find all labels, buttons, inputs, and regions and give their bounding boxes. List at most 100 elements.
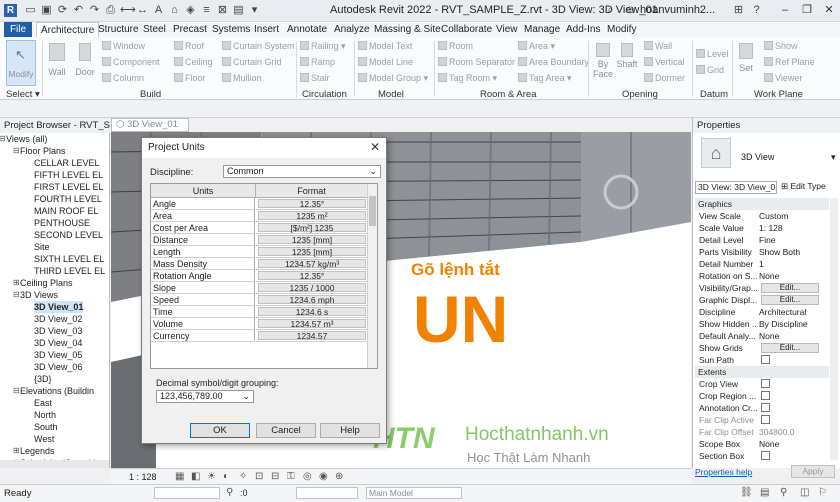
property-row[interactable]: Annotation Cr... bbox=[695, 402, 829, 414]
property-edit-button[interactable]: Edit... bbox=[761, 343, 819, 353]
opening-by-face-button[interactable]: By Face bbox=[592, 43, 614, 79]
save-icon[interactable]: ▣ bbox=[40, 4, 53, 17]
view-scale[interactable]: 1 : 128 bbox=[129, 472, 157, 482]
browser-item-legends[interactable]: Legends bbox=[20, 445, 55, 457]
browser-item-fifth-level[interactable]: FIFTH LEVEL EL bbox=[34, 169, 103, 181]
cancel-button[interactable]: Cancel bbox=[256, 423, 316, 438]
level-button[interactable]: Level bbox=[696, 49, 729, 59]
property-checkbox[interactable] bbox=[761, 403, 770, 412]
section-extents[interactable]: Extents bbox=[695, 366, 829, 378]
format-button[interactable]: 1235 / 1000 bbox=[256, 282, 368, 294]
select-dropdown[interactable]: Select ▾ bbox=[6, 89, 40, 100]
browser-item-first-level[interactable]: FIRST LEVEL EL bbox=[34, 181, 104, 193]
active-workset-field[interactable] bbox=[154, 487, 220, 499]
instance-selector[interactable]: 3D View: 3D View_01 bbox=[695, 181, 777, 194]
browser-item-third-level[interactable]: THIRD LEVEL EL bbox=[34, 265, 105, 277]
property-row[interactable]: Graphic Displ... Edit... bbox=[695, 294, 829, 306]
sun-path-icon[interactable]: ☀ bbox=[207, 471, 216, 482]
property-row[interactable]: Scale Value 1: 128 bbox=[695, 222, 829, 234]
revit-logo-icon[interactable]: R bbox=[4, 4, 17, 17]
horizontal-scrollbar[interactable] bbox=[0, 460, 109, 468]
property-row[interactable]: Default Analy... None bbox=[695, 330, 829, 342]
browser-item-fourth-level[interactable]: FOURTH LEVEL bbox=[34, 193, 102, 205]
format-button[interactable]: 1234.6 mph bbox=[256, 294, 368, 306]
modify-button[interactable]: ↖ Modify bbox=[6, 40, 36, 86]
room-button[interactable]: Room bbox=[438, 41, 473, 51]
roof-button[interactable]: Roof bbox=[174, 41, 204, 51]
browser-item-views-all[interactable]: Views (all) bbox=[6, 133, 47, 145]
tab-massing-site[interactable]: Massing & Site bbox=[374, 22, 441, 37]
browser-item-elevations[interactable]: Elevations (Buildin bbox=[20, 385, 94, 397]
tag-area-button[interactable]: Tag Area ▾ bbox=[518, 73, 572, 84]
tab-insert[interactable]: Insert bbox=[254, 22, 279, 37]
browser-item-3d-view-02[interactable]: 3D View_02 bbox=[34, 313, 82, 325]
format-button[interactable]: 1234.57 bbox=[256, 330, 368, 342]
property-row[interactable]: Scope Box None bbox=[695, 438, 829, 450]
browser-item-3d-view-04[interactable]: 3D View_04 bbox=[34, 337, 82, 349]
3d-view-icon[interactable]: ⌂ bbox=[168, 4, 181, 17]
property-checkbox[interactable] bbox=[761, 415, 770, 424]
property-row[interactable]: Far Clip Active bbox=[695, 414, 829, 426]
property-row[interactable]: Crop Region ... bbox=[695, 390, 829, 402]
cart-icon[interactable]: ⊞ bbox=[732, 4, 745, 17]
property-row[interactable]: Visibility/Grap... Edit... bbox=[695, 282, 829, 294]
property-checkbox[interactable] bbox=[761, 355, 770, 364]
open-icon[interactable]: ▭ bbox=[24, 4, 37, 17]
dormer-button[interactable]: Dormer bbox=[644, 73, 685, 83]
area-boundary-button[interactable]: Area Boundary bbox=[518, 57, 589, 67]
format-button[interactable]: 1235 [mm] bbox=[256, 246, 368, 258]
stair-button[interactable]: Stair bbox=[300, 73, 330, 83]
format-button[interactable]: 12.35° bbox=[256, 270, 368, 282]
property-row[interactable]: Far Clip Offset 304800.0 bbox=[695, 426, 829, 438]
hide-isolate-icon[interactable]: ◎ bbox=[303, 471, 312, 482]
crop-view-icon[interactable]: ⊡ bbox=[255, 471, 263, 482]
switch-windows-icon[interactable]: ▤ bbox=[232, 4, 245, 17]
dialog-close-icon[interactable]: ✕ bbox=[370, 140, 380, 154]
browser-item-3d-view-03[interactable]: 3D View_03 bbox=[34, 325, 82, 337]
tab-precast[interactable]: Precast bbox=[173, 22, 207, 37]
render-icon[interactable]: ✧ bbox=[239, 471, 247, 482]
select-by-face-icon[interactable]: ◫ bbox=[800, 487, 809, 498]
grid-button[interactable]: Grid bbox=[696, 65, 724, 75]
property-row[interactable]: Detail Level Fine bbox=[695, 234, 829, 246]
minimize-button[interactable]: – bbox=[778, 3, 792, 17]
wall-button[interactable]: Wall bbox=[46, 43, 68, 77]
vertical-opening-button[interactable]: Vertical bbox=[644, 57, 685, 67]
ref-plane-button[interactable]: Ref Plane bbox=[764, 57, 815, 67]
type-selector-chevron-icon[interactable]: ▾ bbox=[831, 152, 836, 163]
tab-modify[interactable]: Modify bbox=[607, 22, 636, 37]
format-button[interactable]: 1234.57 m³ bbox=[256, 318, 368, 330]
discipline-select[interactable]: Common ⌄ bbox=[223, 165, 381, 178]
property-row[interactable]: Parts Visibility Show Both bbox=[695, 246, 829, 258]
worksets-icon[interactable]: ⚲ bbox=[226, 487, 233, 498]
browser-item-sixth-level[interactable]: SIXTH LEVEL EL bbox=[34, 253, 104, 265]
browser-item-second-level[interactable]: SECOND LEVEL bbox=[34, 229, 103, 241]
tree-toggle-icon[interactable]: ⊞ bbox=[13, 446, 20, 455]
restore-button[interactable]: ❐ bbox=[800, 3, 814, 17]
browser-item-south[interactable]: South bbox=[34, 421, 58, 433]
tab-architecture[interactable]: Architecture bbox=[36, 22, 100, 37]
curtain-grid-button[interactable]: Curtain Grid bbox=[222, 57, 282, 67]
section-graphics[interactable]: Graphics bbox=[695, 198, 829, 210]
search-icon[interactable]: ⌕ bbox=[604, 4, 617, 17]
property-checkbox[interactable] bbox=[761, 391, 770, 400]
room-separator-button[interactable]: Room Separator bbox=[438, 57, 515, 67]
crop-region-icon[interactable]: ⊟ bbox=[271, 471, 279, 482]
tree-toggle-icon[interactable]: ⊞ bbox=[13, 278, 20, 287]
property-edit-button[interactable]: Edit... bbox=[761, 295, 819, 305]
close-hidden-icon[interactable]: ⊠ bbox=[216, 4, 229, 17]
property-row[interactable]: Show Hidden ... By Discipline bbox=[695, 318, 829, 330]
section-icon[interactable]: ◈ bbox=[184, 4, 197, 17]
set-button[interactable]: Set bbox=[736, 43, 756, 73]
floor-button[interactable]: Floor bbox=[174, 73, 206, 83]
wall-opening-button[interactable]: Wall bbox=[644, 41, 672, 51]
browser-item-floor-plans[interactable]: Floor Plans bbox=[20, 145, 66, 157]
tab-view[interactable]: View bbox=[496, 22, 518, 37]
decimal-select[interactable]: 123,456,789.00 ⌄ bbox=[156, 390, 254, 403]
browser-item-east[interactable]: East bbox=[34, 397, 52, 409]
browser-item-3d-default[interactable]: {3D} bbox=[34, 373, 52, 385]
tree-toggle-icon[interactable]: ⊟ bbox=[0, 134, 6, 143]
visual-style-icon[interactable]: ◧ bbox=[191, 471, 200, 482]
property-row[interactable]: Discipline Architectural bbox=[695, 306, 829, 318]
browser-item-cellar-level[interactable]: CELLAR LEVEL bbox=[34, 157, 100, 169]
